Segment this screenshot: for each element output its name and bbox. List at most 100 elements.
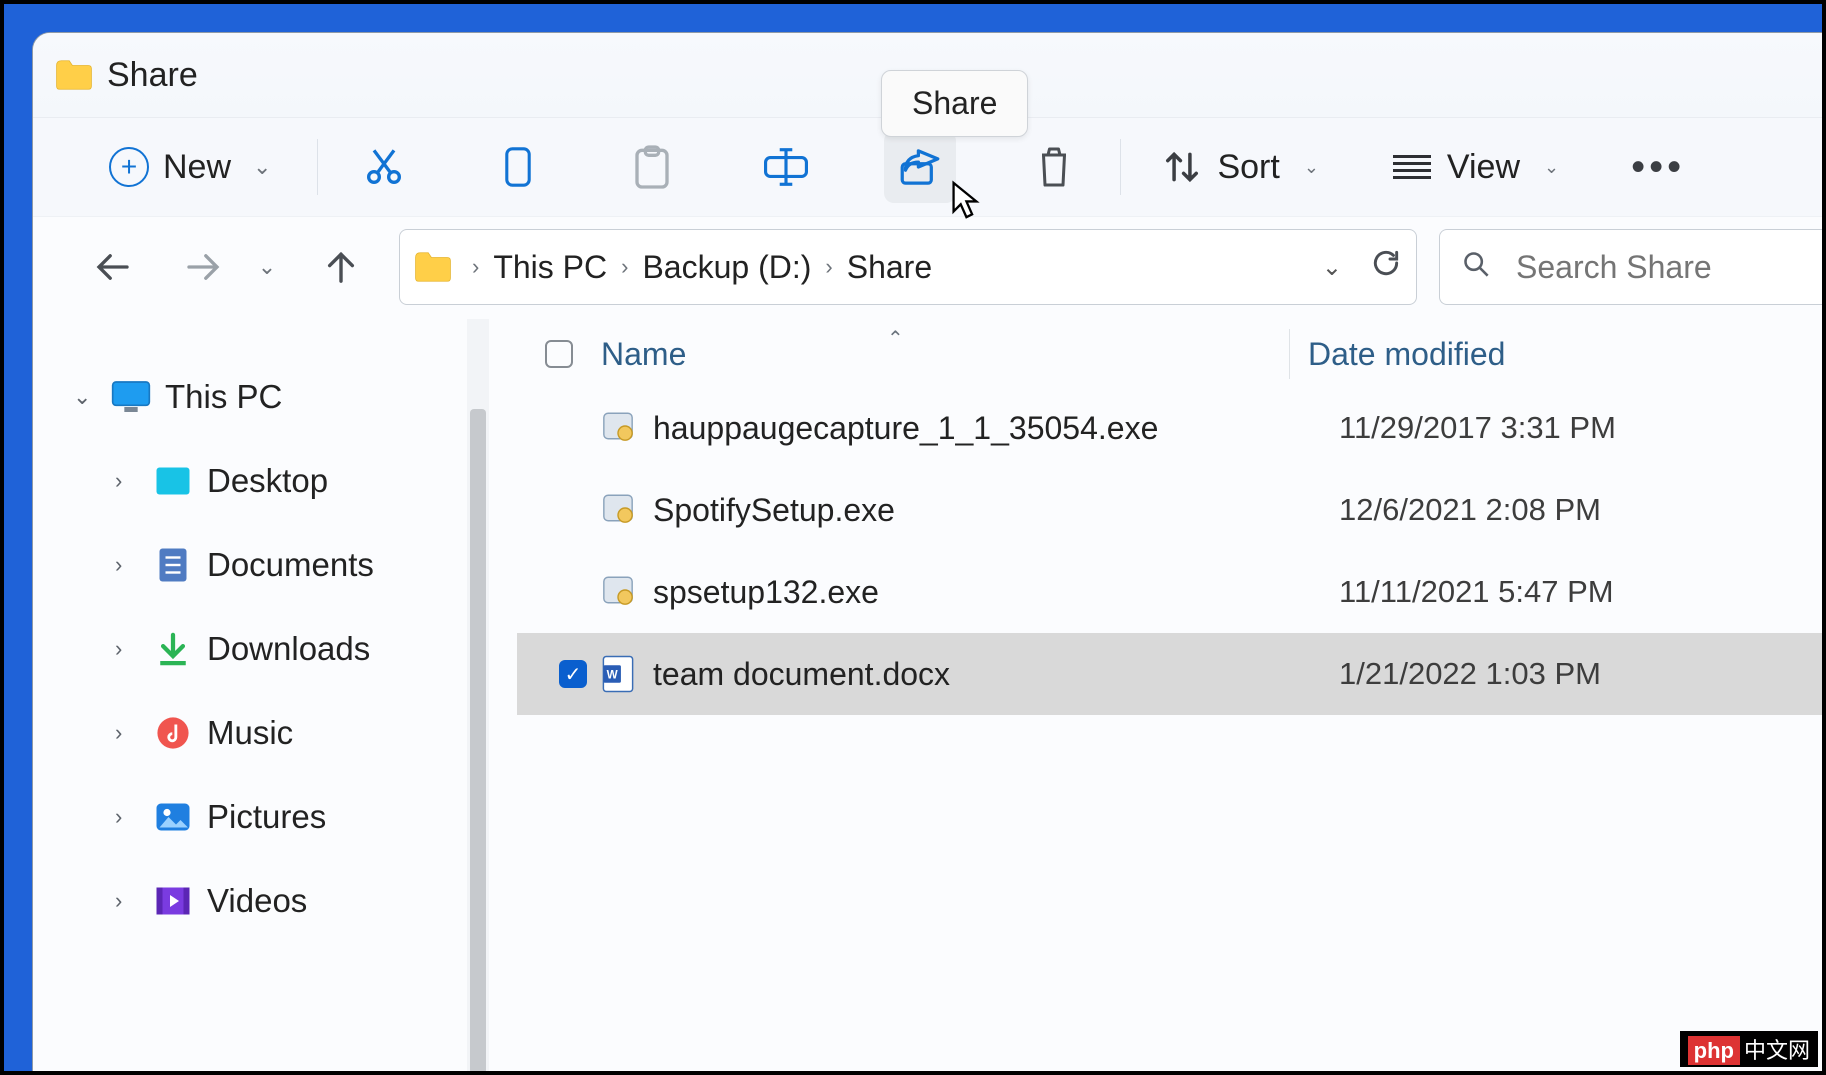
share-icon <box>899 147 941 187</box>
forward-button[interactable] <box>173 237 233 297</box>
tree-desktop[interactable]: › Desktop <box>33 439 489 523</box>
refresh-button[interactable] <box>1370 247 1402 287</box>
rename-button[interactable] <box>750 131 822 203</box>
back-button[interactable] <box>83 237 143 297</box>
file-date: 1/21/2022 1:03 PM <box>1339 656 1601 692</box>
file-date: 11/29/2017 3:31 PM <box>1339 410 1616 446</box>
tree-videos[interactable]: › Videos <box>33 859 489 943</box>
svg-text:W: W <box>607 668 619 681</box>
up-button[interactable] <box>311 237 371 297</box>
sort-icon <box>1163 148 1201 186</box>
file-row[interactable]: hauppaugecapture_1_1_35054.exe11/29/2017… <box>545 387 1826 469</box>
nav-tree: ⌄ This PC › Desktop › <box>33 317 489 1074</box>
tree-label: Pictures <box>207 798 326 836</box>
monitor-icon <box>111 379 151 415</box>
tree-this-pc[interactable]: ⌄ This PC <box>33 355 489 439</box>
music-icon <box>153 715 193 751</box>
chevron-right-icon: › <box>472 254 479 280</box>
file-icon: W <box>601 655 639 693</box>
share-tooltip: Share <box>881 70 1028 137</box>
file-icon <box>601 491 639 529</box>
downloads-icon <box>153 631 193 667</box>
file-row[interactable]: ✓ Wteam document.docx1/21/2022 1:03 PM <box>517 633 1826 715</box>
plus-icon: + <box>109 147 149 187</box>
copy-button[interactable] <box>482 131 554 203</box>
tree-label: Music <box>207 714 293 752</box>
file-row[interactable]: SpotifySetup.exe12/6/2021 2:08 PM <box>545 469 1826 551</box>
chevron-down-icon: ⌄ <box>1544 157 1559 178</box>
separator <box>317 139 318 195</box>
documents-icon <box>153 547 193 583</box>
new-button[interactable]: + New ⌄ <box>93 131 287 203</box>
watermark: php中文网 <box>1680 1031 1818 1067</box>
column-name[interactable]: Name ⌃ <box>601 336 1289 373</box>
chevron-down-icon: ⌄ <box>73 384 103 410</box>
crumb-share[interactable]: Share <box>847 249 932 286</box>
select-all-checkbox[interactable] <box>545 340 573 368</box>
folder-icon <box>414 251 452 283</box>
search-box[interactable] <box>1439 229 1826 305</box>
sort-asc-icon: ⌃ <box>887 326 904 351</box>
window-title: Share <box>107 56 198 95</box>
clipboard-icon <box>632 145 672 189</box>
chevron-right-icon: › <box>115 720 145 746</box>
tree-downloads[interactable]: › Downloads <box>33 607 489 691</box>
address-history-button[interactable]: ⌄ <box>1322 253 1342 282</box>
delete-button[interactable] <box>1018 131 1090 203</box>
share-button[interactable] <box>884 131 956 203</box>
chevron-down-icon: ⌄ <box>258 254 276 280</box>
sort-button[interactable]: Sort ⌄ <box>1151 131 1330 203</box>
tree-music[interactable]: › Music <box>33 691 489 775</box>
paste-button[interactable] <box>616 131 688 203</box>
tree-label: Downloads <box>207 630 370 668</box>
file-list: Name ⌃ Date modified hauppaugecapture_1_… <box>489 317 1826 1074</box>
tree-label: Videos <box>207 882 307 920</box>
column-date[interactable]: Date modified <box>1308 336 1505 373</box>
file-row[interactable]: spsetup132.exe11/11/2021 5:47 PM <box>545 551 1826 633</box>
tree-pictures[interactable]: › Pictures <box>33 775 489 859</box>
file-icon <box>601 573 639 611</box>
more-button[interactable]: ••• <box>1631 145 1685 190</box>
chevron-right-icon: › <box>115 636 145 662</box>
scissors-icon <box>364 145 404 189</box>
copy-icon <box>501 146 535 188</box>
file-name: SpotifySetup.exe <box>653 492 1339 529</box>
crumb-backup-d[interactable]: Backup (D:) <box>642 249 811 286</box>
file-name: spsetup132.exe <box>653 574 1339 611</box>
separator <box>1120 139 1121 195</box>
tree-label: This PC <box>165 378 282 416</box>
sidebar-scrollbar[interactable] <box>467 319 489 1074</box>
tree-label: Desktop <box>207 462 328 500</box>
trash-icon <box>1036 146 1072 188</box>
chevron-down-icon: ⌄ <box>253 154 271 180</box>
chevron-right-icon: › <box>115 552 145 578</box>
file-name: hauppaugecapture_1_1_35054.exe <box>653 410 1339 447</box>
desktop-icon <box>153 463 193 499</box>
chevron-right-icon: › <box>115 804 145 830</box>
cut-button[interactable] <box>348 131 420 203</box>
nav-row: ⌄ › This PC › Backup (D:) › Share ⌄ <box>33 217 1826 317</box>
videos-icon <box>153 883 193 919</box>
search-icon <box>1462 250 1490 285</box>
file-explorer-window: Share + New ⌄ <box>32 32 1826 1075</box>
column-headers: Name ⌃ Date modified <box>545 321 1826 387</box>
crumb-this-pc[interactable]: This PC <box>493 249 607 286</box>
file-icon <box>601 409 639 447</box>
file-name: team document.docx <box>653 656 1339 693</box>
scrollbar-thumb[interactable] <box>470 409 486 1074</box>
chevron-right-icon: › <box>825 254 832 280</box>
folder-icon <box>55 59 93 91</box>
view-button[interactable]: View ⌄ <box>1381 131 1571 203</box>
chevron-right-icon: › <box>621 254 628 280</box>
address-bar[interactable]: › This PC › Backup (D:) › Share ⌄ <box>399 229 1417 305</box>
list-icon <box>1393 151 1431 183</box>
file-date: 12/6/2021 2:08 PM <box>1339 492 1601 528</box>
chevron-right-icon: › <box>115 468 145 494</box>
chevron-down-icon: ⌄ <box>1304 157 1319 178</box>
recent-locations-button[interactable]: ⌄ <box>233 237 293 297</box>
tree-documents[interactable]: › Documents <box>33 523 489 607</box>
tree-label: Documents <box>207 546 374 584</box>
checkbox-checked-icon[interactable]: ✓ <box>559 660 587 688</box>
search-input[interactable] <box>1516 249 1807 286</box>
toolbar: + New ⌄ <box>33 117 1826 217</box>
